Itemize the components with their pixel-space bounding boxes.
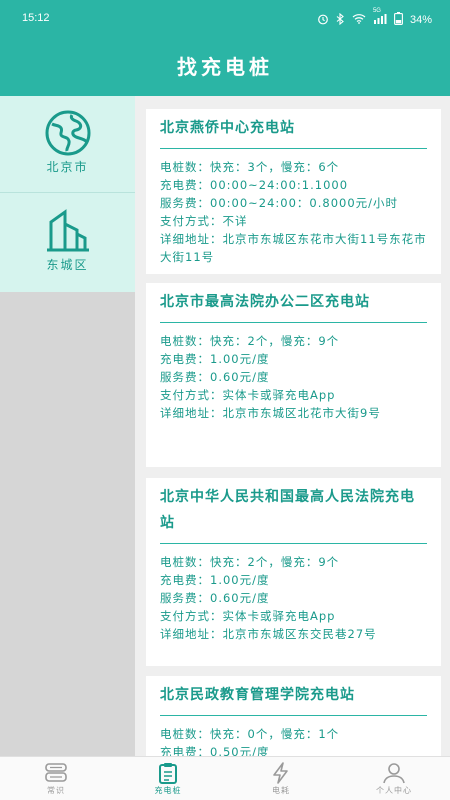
station-piles: 电桩数：快充：2个，慢充：9个 [160, 334, 340, 348]
tab-label: 充电桩 [154, 786, 182, 795]
station-address: 详细地址：北京市东城区东交民巷27号 [160, 627, 377, 641]
status-bar: 15:12 5G 34% [0, 0, 450, 40]
station-name: 北京民政教育管理学院充电站 [160, 676, 427, 716]
station-card[interactable]: 北京市最高法院办公二区充电站 电桩数：快充：2个，慢充：9个 充电费：1.00元… [146, 283, 441, 467]
station-charge-fee: 充电费：1.00元/度 [160, 352, 270, 366]
station-details: 电桩数：快充：3个，慢充：6个 充电费：00:00~24:00:1.1000 服… [160, 149, 427, 266]
tab-label: 常识 [47, 786, 65, 795]
station-charge-fee: 充电费：0.50元/度 [160, 745, 270, 756]
building-icon [46, 209, 89, 252]
station-payment: 支付方式：实体卡或驿充电App [160, 388, 336, 402]
signal-icon: 5G [373, 8, 387, 27]
lightning-icon [273, 762, 288, 784]
status-icons: 5G 34% [317, 8, 432, 28]
battery-icon [394, 12, 403, 28]
station-address: 详细地址：北京市东城区北花市大街9号 [160, 406, 381, 420]
station-payment: 支付方式：不详 [160, 214, 248, 228]
tab-label: 个人中心 [376, 786, 412, 795]
station-service-fee: 服务费：0.60元/度 [160, 591, 270, 605]
page-title: 找充电桩 [177, 55, 273, 79]
station-piles: 电桩数：快充：2个，慢充：9个 [160, 555, 340, 569]
person-icon [383, 763, 405, 784]
network-label: 5G [372, 8, 381, 14]
tab-knowledge[interactable]: 常识 [0, 757, 112, 800]
station-details: 电桩数：快充：0个，慢充：1个 充电费：0.50元/度 [160, 716, 427, 756]
station-details: 电桩数：快充：2个，慢充：9个 充电费：1.00元/度 服务费：0.60元/度 … [160, 544, 427, 643]
clipboard-icon [159, 763, 177, 784]
station-service-fee: 服务费：00:00~24:00：0.8000元/小时 [160, 196, 399, 210]
station-service-fee: 服务费：0.60元/度 [160, 370, 270, 384]
station-name: 北京中华人民共和国最高人民法院充电站 [160, 478, 427, 544]
station-address: 详细地址：北京市东城区东花市大街11号东花市大街11号 [160, 232, 427, 264]
station-card[interactable]: 北京燕侨中心充电站 电桩数：快充：3个，慢充：6个 充电费：00:00~24:0… [146, 109, 441, 274]
station-name: 北京市最高法院办公二区充电站 [160, 283, 427, 323]
station-details: 电桩数：快充：2个，慢充：9个 充电费：1.00元/度 服务费：0.60元/度 … [160, 323, 427, 422]
bluetooth-icon [336, 12, 345, 28]
station-name: 北京燕侨中心充电站 [160, 109, 427, 149]
battery-level: 34% [409, 14, 432, 26]
sidebar-item-district[interactable]: 东城区 [0, 194, 135, 291]
sidebar-item-label: 东城区 [46, 258, 89, 272]
wifi-icon [352, 13, 366, 27]
station-piles: 电桩数：快充：3个，慢充：6个 [160, 160, 340, 174]
tab-profile[interactable]: 个人中心 [338, 757, 450, 800]
alarm-icon [317, 13, 329, 28]
app-header: 找充电桩 [0, 40, 450, 96]
station-payment: 支付方式：实体卡或驿充电App [160, 609, 336, 623]
book-stack-icon [45, 763, 67, 782]
tab-charging-pile[interactable]: 充电桩 [112, 757, 224, 800]
sidebar-item-city[interactable]: 北京市 [0, 96, 135, 193]
region-sidebar: 北京市 东城区 [0, 96, 135, 292]
status-time: 15:12 [22, 12, 50, 24]
bottom-tab-bar: 常识 充电桩 电耗 个人中心 [0, 756, 450, 800]
globe-icon [45, 110, 90, 156]
station-list[interactable]: 北京燕侨中心充电站 电桩数：快充：3个，慢充：6个 充电费：00:00~24:0… [135, 96, 450, 756]
tab-consumption[interactable]: 电耗 [225, 757, 337, 800]
station-card[interactable]: 北京民政教育管理学院充电站 电桩数：快充：0个，慢充：1个 充电费：0.50元/… [146, 676, 441, 756]
station-charge-fee: 充电费：1.00元/度 [160, 573, 270, 587]
sidebar-item-label: 北京市 [46, 160, 89, 174]
tab-label: 电耗 [272, 786, 290, 795]
station-card[interactable]: 北京中华人民共和国最高人民法院充电站 电桩数：快充：2个，慢充：9个 充电费：1… [146, 478, 441, 666]
station-charge-fee: 充电费：00:00~24:00:1.1000 [160, 178, 349, 192]
station-piles: 电桩数：快充：0个，慢充：1个 [160, 727, 340, 741]
